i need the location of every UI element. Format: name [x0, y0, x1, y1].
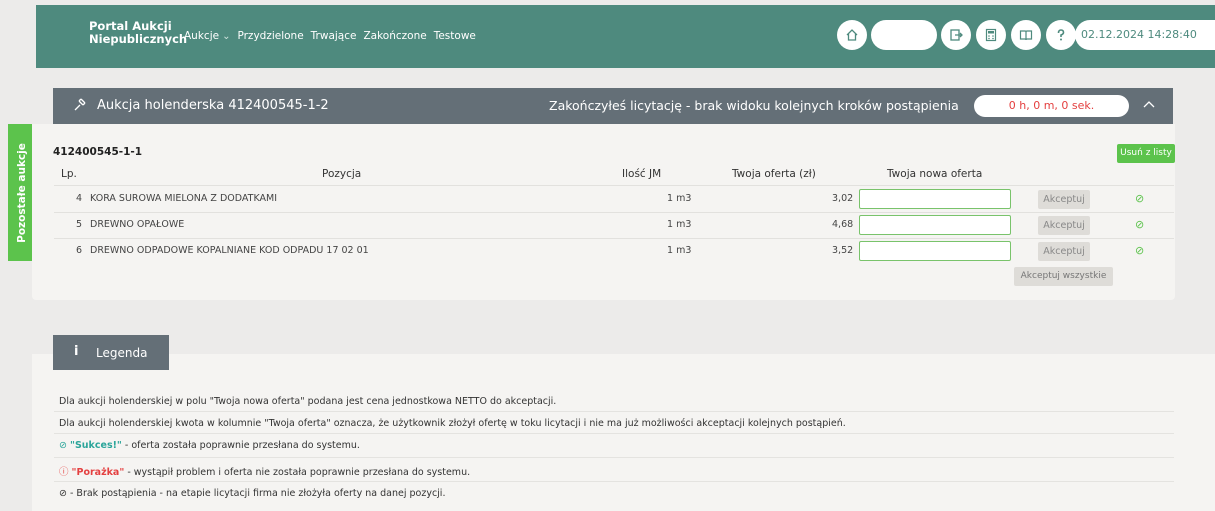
calculator-icon[interactable]: [976, 20, 1006, 50]
info-icon: i: [74, 344, 79, 359]
row-lp: 4: [76, 193, 83, 204]
legend-tab: i Legenda: [53, 335, 169, 370]
row-name: KORA SUROWA MIELONA Z DODATKAMI: [90, 193, 278, 204]
accept-button[interactable]: Akceptuj: [1038, 190, 1090, 209]
row-divider: [54, 185, 1174, 186]
nav-aukcje[interactable]: Aukcje ⌄: [184, 30, 230, 42]
auction-id: 412400545-1-1: [53, 146, 143, 158]
legend-divider: [54, 481, 1174, 482]
gavel-icon: [73, 97, 89, 117]
row-lp: 5: [76, 219, 83, 230]
nav-aukcje-label: Aukcje: [184, 30, 220, 42]
countdown-timer: 0 h, 0 m, 0 sek.: [974, 95, 1129, 117]
no-entry-icon: ⊘: [59, 488, 67, 499]
legend-no-offer: ⊘ - Brak postąpienia - na etapie licytac…: [59, 488, 445, 499]
error-icon: ⓘ: [59, 467, 69, 478]
brand-line-2: Niepublicznych: [89, 32, 188, 46]
success-check-icon: ⊘: [1135, 218, 1145, 231]
main-nav: Aukcje ⌄ Przydzielone Trwające Zakończone…: [184, 30, 476, 42]
legend-divider: [54, 457, 1174, 458]
nav-trwajace[interactable]: Trwające: [311, 30, 357, 42]
no-offer-description: - Brak postąpienia - na etapie licytacji…: [66, 488, 446, 499]
new-offer-input[interactable]: [859, 241, 1011, 261]
column-header-new-offer: Twoja nowa oferta: [887, 168, 983, 180]
row-lp: 6: [76, 245, 83, 256]
legend-line-2: Dla aukcji holenderskiej kwota w kolumni…: [59, 418, 846, 429]
auction-panel: 412400545-1-1 Usuń z listy Lp. Pozycja I…: [32, 124, 1175, 300]
new-offer-input[interactable]: [859, 189, 1011, 209]
column-header-offer: Twoja oferta (zł): [732, 168, 816, 180]
current-datetime: 02.12.2024 14:28:40: [1075, 20, 1215, 50]
home-icon[interactable]: [837, 20, 867, 50]
nav-zakonczone[interactable]: Zakończone: [363, 30, 426, 42]
row-offer: 3,02: [832, 193, 854, 204]
accept-all-button[interactable]: Akceptuj wszystkie: [1014, 267, 1113, 286]
nav-testowe[interactable]: Testowe: [434, 30, 476, 42]
top-navigation-bar: Portal Aukcji Niepublicznych Aukcje ⌄ Prz…: [36, 5, 1215, 68]
row-offer: 4,68: [832, 219, 854, 230]
remove-from-list-button[interactable]: Usuń z listy: [1117, 144, 1175, 163]
success-check-icon: ⊘: [1135, 244, 1145, 257]
portal-logo-text[interactable]: Portal Aukcji Niepublicznych: [89, 20, 187, 46]
column-header-position: Pozycja: [322, 168, 362, 180]
chevron-up-icon[interactable]: [1143, 97, 1155, 111]
success-description: - oferta została poprawnie przesłana do …: [121, 440, 360, 451]
auction-title: Aukcja holenderska 412400545-1-2: [97, 98, 329, 113]
failure-description: - wystąpił problem i oferta nie została …: [124, 467, 471, 478]
accept-button[interactable]: Akceptuj: [1038, 216, 1090, 235]
column-header-lp: Lp.: [61, 168, 77, 180]
success-label: "Sukces!": [70, 440, 122, 451]
row-divider: [54, 238, 1174, 239]
row-name: DREWNO OPAŁOWE: [90, 219, 185, 230]
nav-przydzielone[interactable]: Przydzielone: [237, 30, 303, 42]
other-auctions-label: Pozostałe aukcje: [16, 142, 28, 243]
row-qty: 1 m3: [667, 245, 692, 256]
column-header-qty: Ilość JM: [622, 168, 662, 180]
row-qty: 1 m3: [667, 193, 692, 204]
legend-divider: [54, 411, 1174, 412]
legend-title: Legenda: [96, 346, 148, 360]
success-check-icon: ⊘: [59, 440, 67, 451]
help-icon[interactable]: [1046, 20, 1076, 50]
auction-header: Aukcja holenderska 412400545-1-2 Zakończ…: [53, 88, 1173, 124]
row-name: DREWNO ODPADOWE KOPALNIANE KOD ODPADU 17…: [90, 245, 369, 256]
legend-success: ⊘ "Sukces!" - oferta została poprawnie p…: [59, 440, 360, 451]
row-offer: 3,52: [832, 245, 854, 256]
logout-icon[interactable]: [941, 20, 971, 50]
book-icon[interactable]: [1011, 20, 1041, 50]
chevron-down-icon: ⌄: [222, 31, 231, 42]
row-qty: 1 m3: [667, 219, 692, 230]
accept-button[interactable]: Akceptuj: [1038, 242, 1090, 261]
legend-divider: [54, 433, 1174, 434]
row-divider: [54, 212, 1174, 213]
legend-failure: ⓘ "Porażka" - wystąpił problem i oferta …: [59, 464, 470, 478]
legend-panel: Dla aukcji holenderskiej w polu "Twoja n…: [32, 354, 1215, 511]
legend-line-1: Dla aukcji holenderskiej w polu "Twoja n…: [59, 396, 557, 407]
new-offer-input[interactable]: [859, 215, 1011, 235]
user-info-pill[interactable]: [871, 20, 937, 50]
auction-ended-message: Zakończyłeś licytację - brak widoku kole…: [549, 98, 959, 113]
failure-label: "Porażka": [71, 467, 125, 478]
success-check-icon: ⊘: [1135, 192, 1145, 205]
